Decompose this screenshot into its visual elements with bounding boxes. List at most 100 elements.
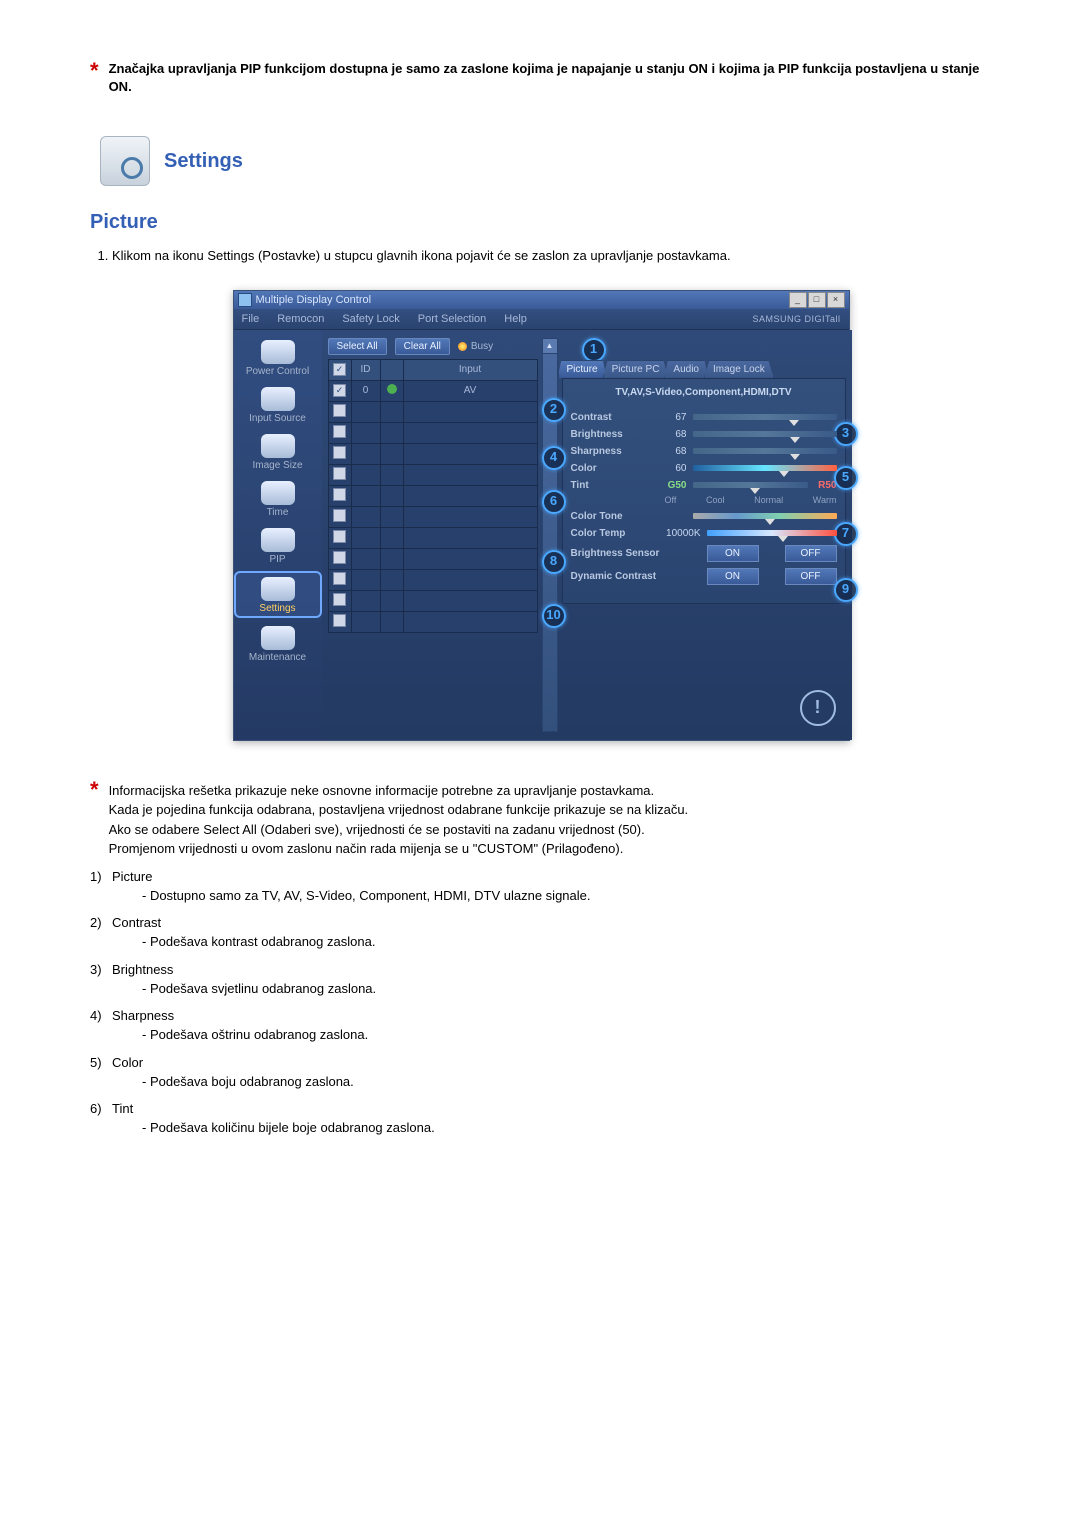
app-icon — [238, 293, 252, 307]
tone-normal: Normal — [754, 495, 783, 505]
brightness-value: 68 — [665, 429, 687, 440]
picture-heading: Picture — [90, 211, 990, 234]
table-row — [328, 506, 537, 527]
color-slider[interactable] — [693, 465, 837, 471]
scrollbar[interactable]: ▲ — [542, 338, 558, 732]
callout-4: 4 — [542, 446, 566, 470]
col-status — [380, 359, 403, 380]
star-p1: Informacijska rešetka prikazuje neke osn… — [109, 781, 689, 801]
top-note-text: Značajka upravljanja PIP funkcijom dostu… — [109, 60, 990, 96]
tint-label: Tint — [571, 480, 659, 491]
dyncon-off-button[interactable]: OFF — [785, 568, 837, 585]
item-3: 3) Brightness - Podešava svjetlinu odabr… — [90, 962, 990, 999]
table-row — [328, 485, 537, 506]
callout-10: 10 — [542, 604, 566, 628]
color-value: 60 — [665, 463, 687, 474]
callout-6: 6 — [542, 490, 566, 514]
star-icon: * — [90, 781, 99, 799]
contrast-label: Contrast — [571, 412, 659, 423]
busy-dot-icon — [458, 342, 467, 351]
sidebar-settings[interactable]: Settings — [234, 571, 322, 618]
callout-2: 2 — [542, 398, 566, 422]
settings-cube-icon — [100, 136, 150, 186]
maximize-button[interactable]: □ — [808, 292, 826, 308]
sidebar-maintenance[interactable]: Maintenance — [236, 622, 320, 665]
sidebar-image-size[interactable]: Image Size — [236, 430, 320, 473]
table-row — [328, 548, 537, 569]
bsense-on-button[interactable]: ON — [707, 545, 759, 562]
sidebar-time[interactable]: Time — [236, 477, 320, 520]
colortone-label: Color Tone — [571, 511, 659, 522]
dyncon-on-button[interactable]: ON — [707, 568, 759, 585]
bsense-label: Brightness Sensor — [571, 548, 681, 559]
col-input: Input — [403, 359, 537, 380]
callout-8: 8 — [542, 550, 566, 574]
menu-help[interactable]: Help — [504, 313, 527, 325]
table-row — [328, 590, 537, 611]
clear-all-button[interactable]: Clear All — [395, 338, 450, 355]
col-id: ID — [351, 359, 380, 380]
callout-3: 3 — [834, 422, 858, 446]
tab-picture[interactable]: Picture — [558, 360, 607, 378]
tint-left: G50 — [665, 480, 687, 491]
menu-safetylock[interactable]: Safety Lock — [342, 313, 399, 325]
sidebar: Power Control Input Source Image Size Ti… — [234, 330, 322, 740]
table-row — [328, 527, 537, 548]
colortemp-value: 10000K — [665, 528, 701, 539]
contrast-value: 67 — [665, 412, 687, 423]
tab-image-lock[interactable]: Image Lock — [704, 360, 774, 378]
callout-7: 7 — [834, 522, 858, 546]
table-row — [328, 569, 537, 590]
star-p4: Promjenom vrijednosti u ovom zaslonu nač… — [109, 839, 689, 859]
table-row[interactable]: 0 AV — [328, 380, 537, 401]
bsense-off-button[interactable]: OFF — [785, 545, 837, 562]
select-all-button[interactable]: Select All — [328, 338, 387, 355]
table-row — [328, 464, 537, 485]
callout-1: 1 — [582, 338, 606, 362]
status-dot-icon — [387, 384, 397, 394]
panel-subtitle: TV,AV,S-Video,Component,HDMI,DTV — [571, 385, 837, 406]
colortemp-slider[interactable] — [707, 530, 837, 536]
contrast-slider[interactable] — [693, 414, 837, 420]
row-checkbox[interactable] — [333, 384, 346, 397]
tone-warm: Warm — [813, 495, 837, 505]
branding-text: SAMSUNG DIGITall — [752, 314, 840, 324]
star-p3: Ako se odabere Select All (Odaberi sve),… — [109, 820, 689, 840]
tint-slider[interactable] — [693, 482, 809, 488]
color-label: Color — [571, 463, 659, 474]
device-table: ID Input 0 AV — [328, 359, 538, 633]
menu-portselection[interactable]: Port Selection — [418, 313, 486, 325]
table-row — [328, 443, 537, 464]
minimize-button[interactable]: _ — [789, 292, 807, 308]
tab-picture-pc[interactable]: Picture PC — [603, 360, 669, 378]
tab-audio[interactable]: Audio — [664, 360, 708, 378]
table-row — [328, 422, 537, 443]
close-button[interactable]: × — [827, 292, 845, 308]
sidebar-pip[interactable]: PIP — [236, 524, 320, 567]
intro-list-item: Klikom na ikonu Settings (Postavke) u st… — [112, 246, 990, 266]
colortone-slider[interactable] — [693, 513, 837, 519]
sidebar-power-control[interactable]: Power Control — [236, 336, 320, 379]
dyncon-label: Dynamic Contrast — [571, 571, 681, 582]
scroll-up-icon[interactable]: ▲ — [543, 339, 557, 354]
app-title: Multiple Display Control — [256, 294, 372, 306]
sharpness-value: 68 — [665, 446, 687, 457]
header-checkbox[interactable] — [333, 363, 346, 376]
tone-cool: Cool — [706, 495, 725, 505]
sharpness-slider[interactable] — [693, 448, 837, 454]
brightness-slider[interactable] — [693, 431, 837, 437]
table-row — [328, 401, 537, 422]
star-icon: * — [90, 62, 99, 80]
menu-file[interactable]: File — [242, 313, 260, 325]
app-screenshot: Multiple Display Control _ □ × File Remo… — [233, 290, 848, 741]
callout-9: 9 — [834, 578, 858, 602]
item-2: 2) Contrast - Podešava kontrast odabrano… — [90, 915, 990, 952]
sidebar-input-source[interactable]: Input Source — [236, 383, 320, 426]
tone-off: Off — [665, 495, 677, 505]
callout-5: 5 — [834, 466, 858, 490]
menu-remocon[interactable]: Remocon — [277, 313, 324, 325]
settings-title: Settings — [164, 150, 243, 173]
tint-right: R50 — [814, 480, 836, 491]
item-4: 4) Sharpness - Podešava oštrinu odabrano… — [90, 1008, 990, 1045]
star-p2: Kada je pojedina funkcija odabrana, post… — [109, 800, 689, 820]
